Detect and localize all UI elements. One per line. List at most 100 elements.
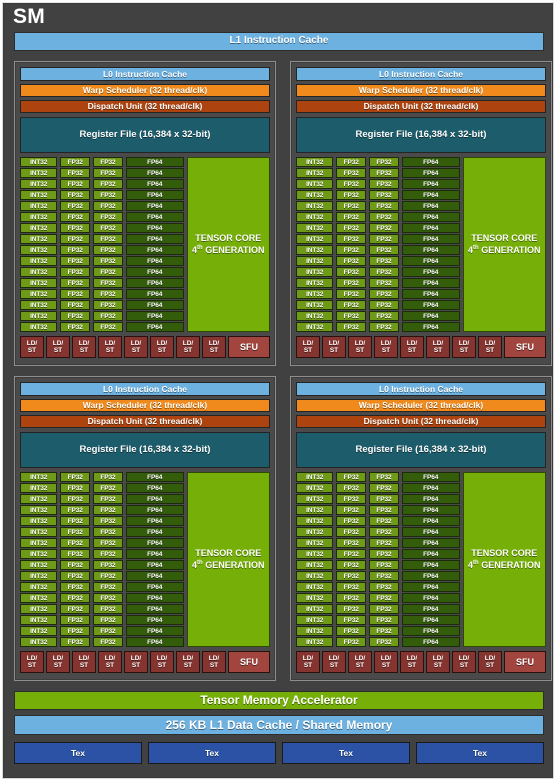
fp64-core-column-cell: FP64 — [401, 289, 460, 299]
int32-core-column-cell: INT32 — [20, 604, 58, 614]
fp32-core-column-cell: FP32 — [336, 593, 367, 603]
fp64-core-column-cell: FP64 — [125, 483, 184, 493]
int32-core-column-cell: INT32 — [296, 538, 334, 548]
int32-core-column-cell: INT32 — [20, 179, 58, 189]
int32-core-column-cell: INT32 — [20, 549, 58, 559]
load-store-unit: LD/ST — [46, 651, 70, 673]
fp64-core-column-cell: FP64 — [401, 516, 460, 526]
ldst-line2: ST — [27, 347, 37, 354]
ldst-line1: LD/ — [104, 339, 116, 347]
fp32-core-column-cell: FP32 — [93, 311, 123, 321]
load-store-unit-row: LD/ST LD/ST LD/ST LD/ST LD/ST LD/ST LD/ST LD/ST… — [20, 336, 270, 358]
fp32-core-column-cell: FP32 — [60, 289, 91, 299]
int32-core-column-cell: INT32 — [296, 494, 334, 504]
fp64-core-column-cell: FP64 — [401, 560, 460, 570]
fp32-core-column-cell: FP32 — [336, 168, 367, 178]
ldst-line1: LD/ — [380, 339, 392, 347]
int32-core-column-cell: INT32 — [20, 223, 58, 233]
int32-core-column-cell: INT32 — [296, 637, 334, 647]
fp32-core-column-cell: FP32 — [336, 560, 367, 570]
ldst-line1: LD/ — [328, 654, 340, 662]
load-store-unit: LD/ST — [20, 336, 44, 358]
fp32-core-column-cell: FP32 — [60, 234, 91, 244]
fp32-core-column-cell: FP32 — [369, 278, 399, 288]
fp64-core-column-cell: FP64 — [125, 179, 184, 189]
fp32-core-column-cell: FP32 — [93, 190, 123, 200]
fp32-core-column-cell: FP32 — [60, 201, 91, 211]
ldst-line2: ST — [459, 662, 469, 669]
fp32-core-column-cell: FP32 — [60, 300, 91, 310]
int32-core-column-cell: INT32 — [20, 311, 58, 321]
fp32-core-column-cell: FP32 — [60, 245, 91, 255]
fp32-core-column-cell: FP32 — [93, 201, 123, 211]
fp32-core-column-cell: FP32 — [369, 549, 399, 559]
int32-core-column-cell: INT32 — [20, 168, 58, 178]
ldst-line1: LD/ — [354, 339, 366, 347]
fp64-core-column-cell: FP64 — [401, 234, 460, 244]
fp32-core-column-cell: FP32 — [336, 538, 367, 548]
ldst-line2: ST — [485, 662, 495, 669]
int32-core-column-cell: INT32 — [296, 267, 334, 277]
int32-core-column-cell: INT32 — [296, 593, 334, 603]
tensor-core-label: TENSOR CORE 4th GENERATION — [468, 233, 541, 256]
fp64-core-column-cell: FP64 — [125, 201, 184, 211]
load-store-unit-row: LD/ST LD/ST LD/ST LD/ST LD/ST LD/ST LD/ST LD/ST… — [296, 651, 546, 673]
fp64-core-column-cell: FP64 — [401, 637, 460, 647]
fp32-core-column-cell: FP32 — [93, 538, 123, 548]
fp32-core-column-cell: FP32 — [93, 549, 123, 559]
tensor-core-line2: GENERATION — [205, 559, 265, 570]
int32-core-column-cell: INT32 — [296, 560, 334, 570]
fp64-core-column-cell: FP64 — [401, 582, 460, 592]
int32-core-column-cell: INT32 — [20, 300, 58, 310]
int32-core-column-cell: INT32 — [296, 604, 334, 614]
dispatch-unit: Dispatch Unit (32 thread/clk) — [20, 100, 270, 113]
processing-block-contents: L0 Instruction Cache Warp Scheduler (32 t… — [296, 382, 547, 673]
fp32-core-column-cell: FP32 — [369, 571, 399, 581]
fp64-core-column: FP64 FP64 FP64 FP64 FP64 FP64 FP64 FP64 FP64 FP64… — [401, 472, 460, 647]
ldst-line1: LD/ — [130, 339, 142, 347]
register-file: Register File (16,384 x 32-bit) — [20, 432, 270, 468]
fp32-core-column: FP32 FP32 FP32 FP32 FP32 FP32 FP32 FP32 FP32 FP32… — [60, 157, 91, 332]
fp64-core-column-cell: FP64 — [125, 289, 184, 299]
fp32-core-column-cell: FP32 — [336, 157, 367, 167]
fp64-core-column-cell: FP64 — [125, 615, 184, 625]
tensor-core-generation-suffix: th — [473, 559, 479, 566]
ldst-line2: ST — [433, 347, 443, 354]
l0-instruction-cache: L0 Instruction Cache — [296, 67, 546, 81]
fp64-core-column-cell: FP64 — [401, 267, 460, 277]
tensor-core-generation-suffix: th — [473, 244, 479, 251]
load-store-unit: LD/ST — [296, 651, 320, 673]
ldst-line1: LD/ — [328, 339, 340, 347]
ldst-line1: LD/ — [458, 654, 470, 662]
fp32-core-column-cell: FP32 — [93, 322, 123, 332]
int32-core-column-cell: INT32 — [20, 582, 58, 592]
int32-core-column-cell: INT32 — [20, 278, 58, 288]
fp32-core-column-cell: FP32 — [93, 245, 123, 255]
fp64-core-column-cell: FP64 — [125, 505, 184, 515]
fp32-core-column-cell: FP32 — [336, 637, 367, 647]
int32-core-column-cell: INT32 — [20, 234, 58, 244]
fp64-core-column-cell: FP64 — [125, 245, 184, 255]
fp32-core-column-cell: FP32 — [369, 527, 399, 537]
load-store-unit: LD/ST — [400, 651, 424, 673]
fp64-core-column-cell: FP64 — [401, 245, 460, 255]
fp64-core-column-cell: FP64 — [401, 322, 460, 332]
fp32-core-column-cell: FP32 — [93, 604, 123, 614]
fp64-core-column-cell: FP64 — [401, 505, 460, 515]
fp32-core-column-cell: FP32 — [369, 604, 399, 614]
int32-core-column-cell: INT32 — [296, 472, 334, 482]
int32-core-column: INT32 INT32 INT32 INT32 INT32 INT32 INT32 INT32… — [20, 157, 58, 332]
ldst-line1: LD/ — [302, 339, 314, 347]
tensor-memory-accelerator: Tensor Memory Accelerator — [14, 691, 544, 710]
fp32-core-column-cell: FP32 — [336, 179, 367, 189]
ldst-line1: LD/ — [52, 339, 64, 347]
int32-core-column-cell: INT32 — [296, 300, 334, 310]
fp32-core-column-cell: FP32 — [60, 278, 91, 288]
fp64-core-column-cell: FP64 — [125, 223, 184, 233]
ldst-line2: ST — [329, 662, 339, 669]
fp64-core-column-cell: FP64 — [125, 234, 184, 244]
ldst-line1: LD/ — [302, 654, 314, 662]
warp-scheduler: Warp Scheduler (32 thread/clk) — [296, 84, 546, 97]
fp32-core-column-cell: FP32 — [369, 494, 399, 504]
fp64-core-column-cell: FP64 — [125, 212, 184, 222]
